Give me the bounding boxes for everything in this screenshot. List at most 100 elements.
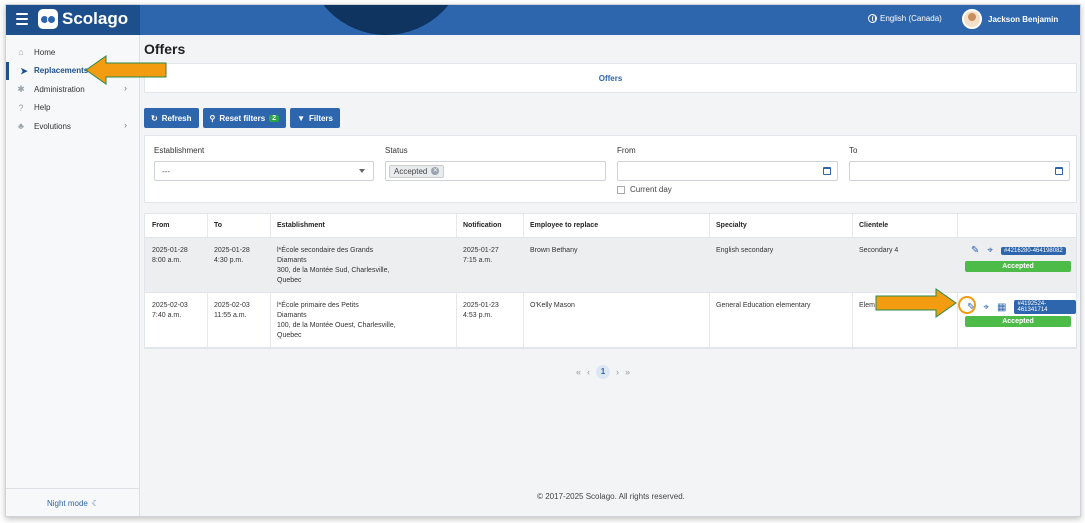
map-pin-icon[interactable]: ⌖: [983, 302, 989, 313]
to-date-input[interactable]: [849, 161, 1070, 181]
gear-icon: ✱: [17, 84, 25, 94]
pagination: « ‹ 1 › »: [576, 365, 630, 379]
tab-offers[interactable]: Offers: [599, 74, 623, 83]
calendar-icon[interactable]: [823, 167, 831, 175]
reset-filters-button[interactable]: ⚲ Reset filters 2: [202, 108, 287, 128]
next-page-icon[interactable]: ›: [616, 367, 619, 377]
to-date: 2025-02-03: [214, 302, 250, 309]
filters-button[interactable]: ▼ Filters: [290, 108, 340, 128]
annotation-arrow-right-icon: [875, 288, 957, 318]
annotation-highlight-circle: [958, 296, 976, 314]
clientele-cell: Elem: [859, 302, 875, 309]
map-pin-icon[interactable]: ⌖: [987, 245, 993, 256]
offer-reference-badge[interactable]: #4192524-461341714: [1014, 300, 1076, 314]
current-day-checkbox[interactable]: Current day: [617, 185, 672, 194]
sidebar-item-evolutions[interactable]: ♣ Evolutions ›: [6, 117, 139, 136]
edit-pencil-icon[interactable]: ✎: [971, 245, 979, 256]
avatar: [962, 9, 982, 29]
refresh-button[interactable]: ↻ Refresh: [144, 108, 199, 128]
map-icon[interactable]: ▦: [997, 302, 1006, 313]
notification-time: 7:15 a.m.: [463, 257, 493, 264]
from-cell: 2025-02-03 7:40 a.m.: [152, 301, 188, 321]
notification-time: 4:53 p.m.: [463, 312, 493, 319]
chevron-right-icon: ›: [124, 120, 127, 130]
to-cell: 2025-02-03 11:55 a.m.: [214, 301, 250, 321]
column-header-establishment[interactable]: Establishment: [277, 222, 325, 229]
main-content: Offers Offers ↻ Refresh ⚲ Reset filters …: [140, 35, 1080, 516]
notification-cell: 2025-01-23 4:53 p.m.: [463, 301, 499, 321]
to-cell: 2025-01-28 4:30 p.m.: [214, 246, 250, 266]
notification-date: 2025-01-27: [463, 247, 499, 254]
employee-cell: O'Kelly Mason: [530, 302, 575, 309]
menu-toggle-icon[interactable]: [16, 13, 28, 25]
establishment-label: Establishment: [154, 146, 205, 155]
last-page-icon[interactable]: »: [625, 367, 630, 377]
row-actions: ✎ ⌖ #4216280-464198082: [971, 245, 1066, 256]
from-cell: 2025-01-28 8:00 a.m.: [152, 246, 188, 266]
user-name: Jackson Benjamin: [988, 14, 1059, 24]
sidebar: ⌂ Home ➤ Replacements ✱ Administration ›…: [6, 35, 140, 516]
notification-cell: 2025-01-27 7:15 a.m.: [463, 246, 499, 266]
night-mode-toggle[interactable]: Night mode ☾: [6, 488, 140, 516]
first-page-icon[interactable]: «: [576, 367, 581, 377]
current-page[interactable]: 1: [596, 365, 611, 379]
sidebar-item-label: Administration: [34, 84, 85, 94]
status-badge: Accepted: [965, 316, 1071, 327]
header-decoration: [306, 5, 466, 35]
sidebar-item-label: Help: [34, 103, 51, 113]
previous-page-icon[interactable]: ‹: [587, 367, 590, 377]
specialty-cell: English secondary: [716, 247, 774, 254]
status-chip: Accepted ✕: [389, 164, 445, 178]
establishment-name: l*École primaire des Petits: [277, 302, 359, 309]
language-selector[interactable]: English (Canada): [868, 14, 942, 23]
column-header-from[interactable]: From: [152, 222, 170, 229]
calendar-icon[interactable]: [1055, 167, 1063, 175]
funnel-icon: ▼: [297, 113, 305, 123]
row-actions: ✎ ⌖ ▦ #4192524-461341714: [967, 300, 1076, 314]
sidebar-item-label: Replacements: [34, 66, 89, 76]
notification-date: 2025-01-23: [463, 302, 499, 309]
establishment-address: 100, de la Montée Ouest, Charlesville,: [277, 322, 396, 329]
from-label: From: [617, 146, 636, 155]
column-header-notification[interactable]: Notification: [463, 222, 502, 229]
current-day-label: Current day: [630, 185, 672, 194]
sidebar-item-help[interactable]: ? Help: [6, 99, 139, 118]
app-window: Scolago English (Canada) Jackson Benjami…: [5, 4, 1081, 517]
establishment-select[interactable]: ---: [154, 161, 374, 181]
establishment-name: Diamants: [277, 312, 307, 319]
establishment-name: l*École secondaire des Grands: [277, 247, 374, 254]
establishment-province: Quebec: [277, 332, 302, 339]
moon-icon: ☾: [91, 499, 100, 508]
column-header-clientele[interactable]: Clientele: [859, 222, 888, 229]
column-header-employee[interactable]: Employee to replace: [530, 222, 598, 229]
globe-icon: [868, 14, 877, 23]
specialty-cell: General Education elementary: [716, 302, 811, 309]
home-icon: ⌂: [18, 47, 24, 57]
column-header-specialty[interactable]: Specialty: [716, 222, 747, 229]
sidebar-item-label: Home: [34, 47, 56, 57]
sidebar-item-label: Evolutions: [34, 121, 71, 131]
question-icon: ?: [18, 102, 24, 113]
from-date-input[interactable]: [617, 161, 838, 181]
remove-chip-icon[interactable]: ✕: [431, 167, 440, 175]
offers-table: From To Establishment Notification Emplo…: [144, 213, 1077, 350]
to-label: To: [849, 146, 858, 155]
table-row: 2025-01-28 8:00 a.m. 2025-01-28 4:30 p.m…: [145, 238, 1076, 293]
offer-reference-badge[interactable]: #4216280-464198082: [1001, 246, 1066, 255]
establishment-province: Quebec: [277, 277, 302, 284]
paper-plane-icon: ➤: [20, 65, 28, 76]
user-menu[interactable]: Jackson Benjamin: [962, 9, 1058, 29]
checkbox-box[interactable]: [617, 185, 625, 194]
top-bar: Scolago English (Canada) Jackson Benjami…: [6, 5, 1080, 35]
column-header-to[interactable]: To: [214, 222, 222, 229]
establishment-cell: l*École secondaire des Grands Diamants 3…: [277, 246, 389, 286]
language-label: English (Canada): [880, 14, 942, 23]
filter-reset-icon: ⚲: [209, 113, 216, 123]
establishment-name: Diamants: [277, 257, 307, 264]
chevron-down-icon: [359, 169, 365, 173]
status-select[interactable]: Accepted ✕: [385, 161, 606, 181]
from-time: 7:40 a.m.: [152, 312, 182, 319]
logo-text[interactable]: Scolago: [62, 9, 128, 29]
establishment-value: ---: [162, 166, 170, 176]
status-label: Status: [385, 146, 408, 155]
